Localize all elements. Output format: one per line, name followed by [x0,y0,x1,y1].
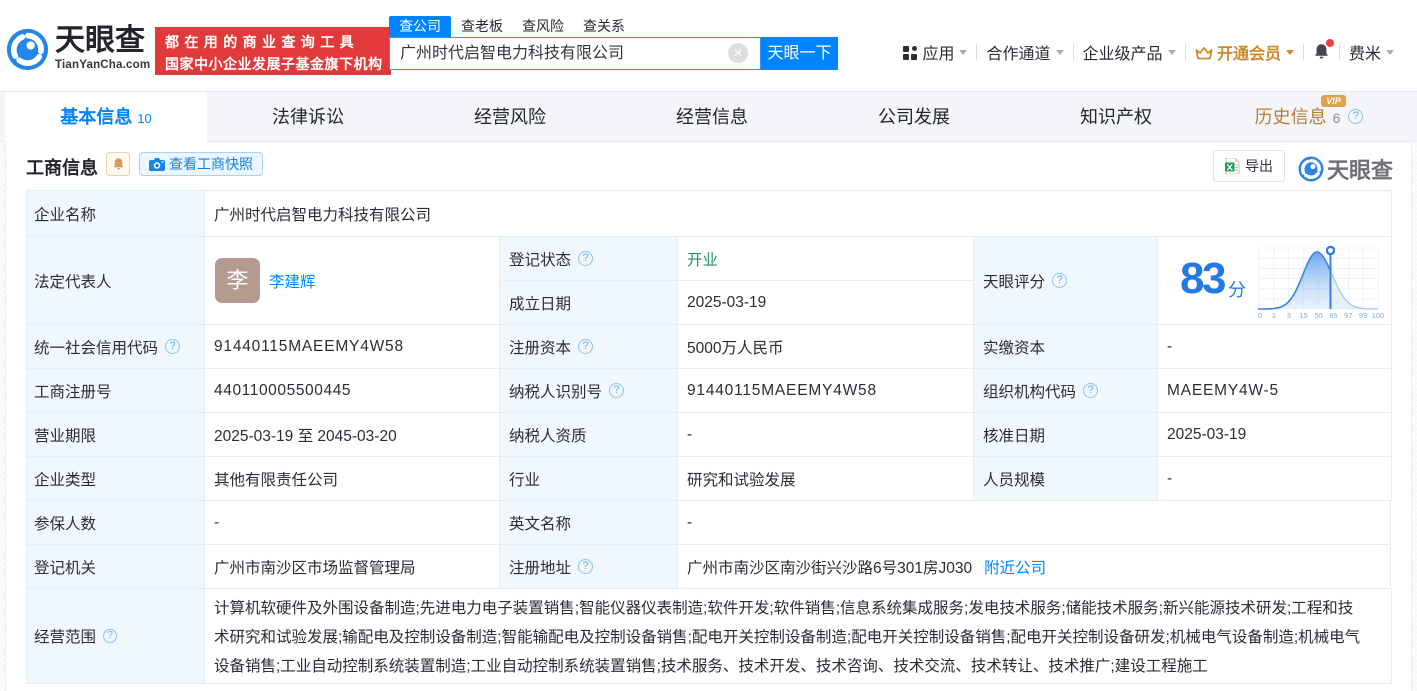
svg-text:99: 99 [1359,311,1367,319]
svg-text:3: 3 [1287,311,1291,319]
svg-text:1: 1 [1272,311,1276,319]
svg-text:50: 50 [1314,311,1322,319]
svg-text:0: 0 [1258,311,1262,319]
svg-text:85: 85 [1329,311,1337,319]
svg-text:15: 15 [1299,311,1307,319]
svg-text:100: 100 [1372,311,1385,319]
svg-text:97: 97 [1344,311,1352,319]
